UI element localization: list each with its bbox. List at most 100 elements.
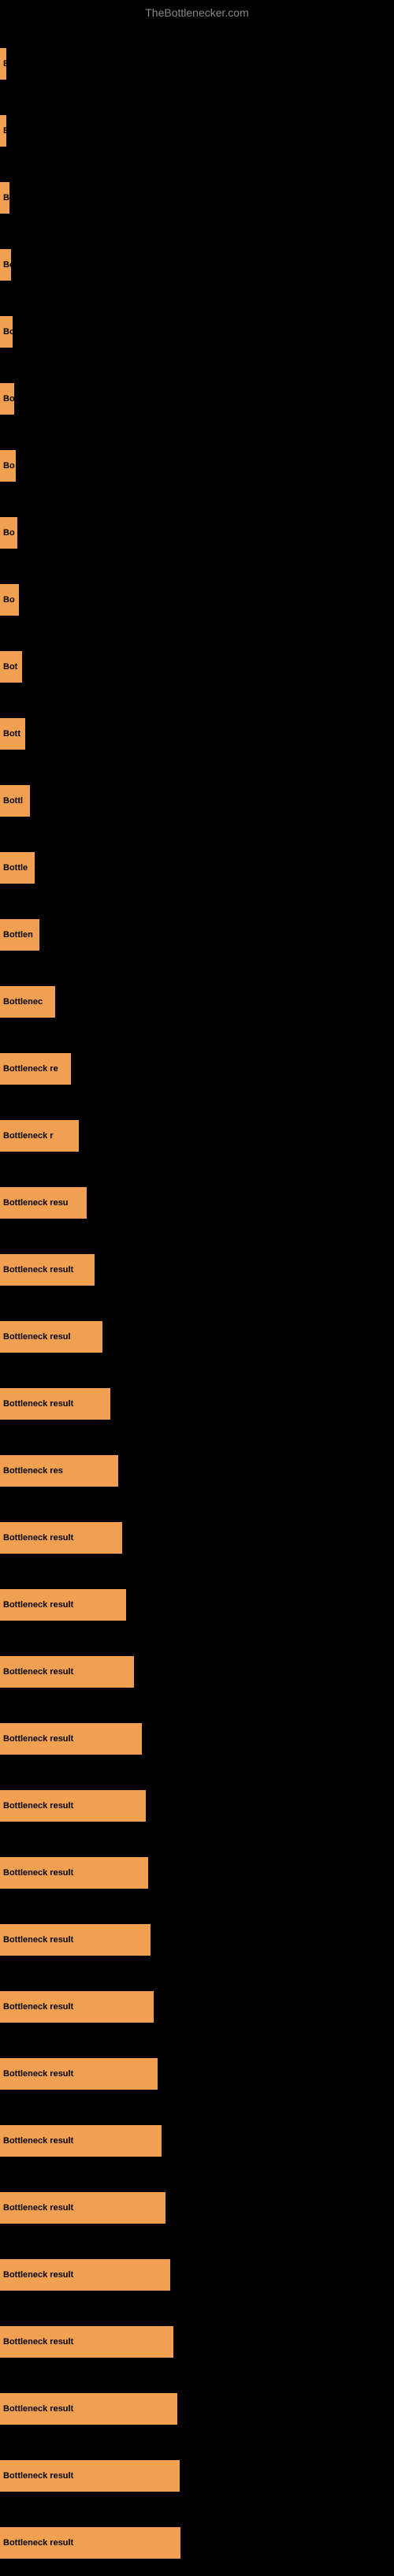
- result-bar: Bottlenec: [0, 986, 55, 1018]
- result-bar: Bottleneck resu: [0, 1187, 87, 1219]
- bar-row: Bottleneck result: [0, 1504, 394, 1571]
- bar-row: Bottleneck result: [0, 1370, 394, 1437]
- bar-row: Bottleneck result: [0, 2509, 394, 2576]
- bar-row: Bo: [0, 432, 394, 499]
- bar-row: Bottleneck result: [0, 1906, 394, 1973]
- bar-row: Bottleneck result: [0, 1973, 394, 2040]
- bar-label: Bottleneck result: [3, 2270, 73, 2280]
- bar-row: Bottleneck result: [0, 2107, 394, 2174]
- bar-label: Bottleneck result: [3, 1667, 73, 1677]
- result-bar: Bottleneck result: [0, 2259, 170, 2291]
- bar-label: Bottleneck result: [3, 1734, 73, 1744]
- result-bar: Bottleneck result: [0, 2192, 165, 2224]
- result-bar: Bottleneck resul: [0, 1321, 102, 1353]
- result-bar: Bottleneck result: [0, 1522, 122, 1554]
- bar-row: Bottleneck re: [0, 1035, 394, 1102]
- result-bar: Bottleneck result: [0, 2125, 162, 2157]
- result-bar: Bottleneck re: [0, 1053, 71, 1085]
- bar-row: Bottlenec: [0, 968, 394, 1035]
- bar-label: Bottleneck result: [3, 1801, 73, 1811]
- bar-label: Bottleneck result: [3, 1399, 73, 1409]
- result-bar: Bott: [0, 718, 25, 750]
- bar-row: Bottleneck res: [0, 1437, 394, 1504]
- bar-label: Bottleneck result: [3, 1600, 73, 1610]
- bar-label: Bottlen: [3, 930, 33, 940]
- bar-row: Bo: [0, 231, 394, 298]
- bar-row: Bo: [0, 298, 394, 365]
- bar-label: Bottleneck result: [3, 1868, 73, 1878]
- result-bar: Bo: [0, 450, 16, 482]
- bar-row: Bottleneck resu: [0, 1169, 394, 1236]
- bar-label: Bottleneck re: [3, 1064, 58, 1074]
- bar-label: Bo: [3, 461, 15, 471]
- result-bar: Bottleneck result: [0, 1790, 146, 1822]
- bar-label: Bottleneck result: [3, 2069, 73, 2079]
- bar-label: Bottleneck result: [3, 1935, 73, 1945]
- result-bar: Bo: [0, 584, 19, 616]
- bar-label: Bottleneck resu: [3, 1198, 69, 1208]
- bar-label: Bottle: [3, 863, 28, 873]
- bar-label: Bottl: [3, 796, 23, 806]
- result-bar: Bo: [0, 182, 9, 214]
- bar-label: Bottleneck result: [3, 2471, 73, 2481]
- bar-label: Bottleneck resul: [3, 1332, 71, 1342]
- result-bar: Bottleneck result: [0, 1656, 134, 1688]
- bar-label: Bottleneck result: [3, 2538, 73, 2548]
- bar-row: Bottleneck result: [0, 2174, 394, 2241]
- bar-label: Bottleneck result: [3, 1533, 73, 1543]
- bar-label: Bottleneck r: [3, 1131, 54, 1141]
- result-bar: Bottleneck result: [0, 1857, 148, 1889]
- result-bar: Bottle: [0, 852, 35, 884]
- bar-label: Bo: [3, 260, 11, 270]
- result-bar: Bottleneck result: [0, 2326, 173, 2358]
- result-bar: Bottleneck result: [0, 2058, 158, 2090]
- bar-row: Bottleneck result: [0, 1705, 394, 1772]
- result-bar: Bottleneck result: [0, 1589, 126, 1621]
- bar-row: Bottleneck result: [0, 1638, 394, 1705]
- bar-label: Bottleneck result: [3, 2404, 73, 2414]
- bar-label: Bott: [3, 729, 20, 739]
- bar-label: B: [3, 126, 6, 136]
- result-bar: Bottleneck r: [0, 1120, 79, 1152]
- result-bar: Bottlen: [0, 919, 39, 951]
- bar-row: Bottleneck result: [0, 2442, 394, 2509]
- result-bar: Bottleneck result: [0, 1388, 110, 1420]
- bar-row: B: [0, 30, 394, 97]
- result-bar: Bottl: [0, 785, 30, 817]
- bar-row: Bottleneck result: [0, 2375, 394, 2442]
- result-bar: Bottleneck result: [0, 1991, 154, 2023]
- bar-row: Bottleneck result: [0, 1839, 394, 1906]
- bar-row: Bottleneck result: [0, 1571, 394, 1638]
- bar-label: Bo: [3, 327, 13, 337]
- result-bar: Bottleneck res: [0, 1455, 118, 1487]
- bar-row: Bottleneck result: [0, 2040, 394, 2107]
- bar-label: Bot: [3, 662, 17, 672]
- bar-row: Bottl: [0, 767, 394, 834]
- result-bar: B: [0, 115, 6, 147]
- bar-label: Bo: [3, 595, 15, 605]
- bar-row: Bottleneck result: [0, 1236, 394, 1303]
- result-bar: Bo: [0, 316, 13, 348]
- bar-row: Bottleneck result: [0, 2308, 394, 2375]
- bar-label: Bo: [3, 394, 14, 404]
- bar-row: Bo: [0, 566, 394, 633]
- bar-label: Bo: [3, 528, 15, 538]
- bar-label: Bottleneck result: [3, 2337, 73, 2347]
- bar-row: Bottle: [0, 834, 394, 901]
- result-bar: Bottleneck result: [0, 2527, 180, 2559]
- bar-row: Bo: [0, 164, 394, 231]
- bar-label: Bottleneck result: [3, 2136, 73, 2146]
- bar-row: Bottleneck r: [0, 1102, 394, 1169]
- result-bar: Bottleneck result: [0, 2393, 177, 2425]
- bar-label: Bottleneck result: [3, 1265, 73, 1275]
- bar-row: Bottleneck resul: [0, 1303, 394, 1370]
- bar-row: Bottleneck result: [0, 1772, 394, 1839]
- bar-row: Bott: [0, 700, 394, 767]
- result-bar: Bottleneck result: [0, 1254, 95, 1286]
- bar-row: Bottlen: [0, 901, 394, 968]
- bar-label: Bottleneck result: [3, 2203, 73, 2213]
- result-bar: Bo: [0, 383, 14, 415]
- result-bar: Bo: [0, 517, 17, 549]
- result-bar: Bo: [0, 249, 11, 281]
- result-bar: Bottleneck result: [0, 2460, 180, 2492]
